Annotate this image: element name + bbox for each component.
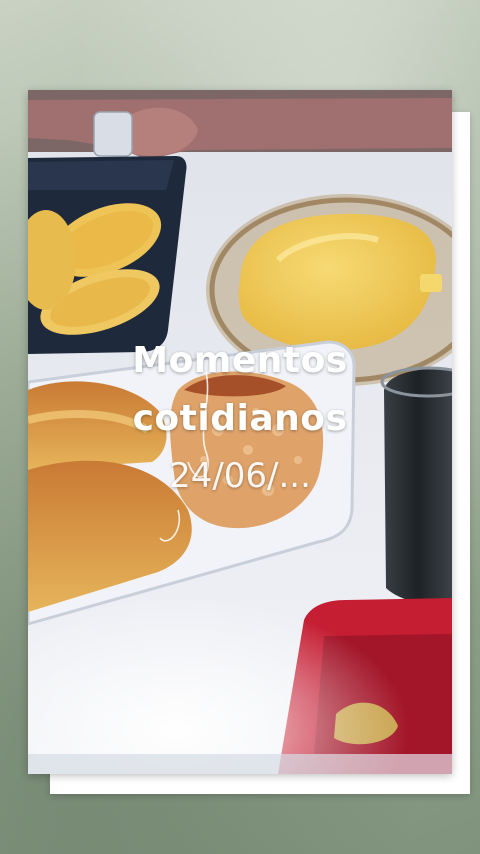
corn-bowl-rim xyxy=(28,160,174,190)
date-text: 24/06/... xyxy=(169,456,311,496)
title-line-1: Momentos xyxy=(132,340,348,381)
bottom-edge xyxy=(28,754,452,774)
light-glare xyxy=(28,530,452,774)
title-line-2: cotidianos xyxy=(132,398,348,439)
cup xyxy=(93,111,133,157)
pudding-piece xyxy=(420,274,442,292)
